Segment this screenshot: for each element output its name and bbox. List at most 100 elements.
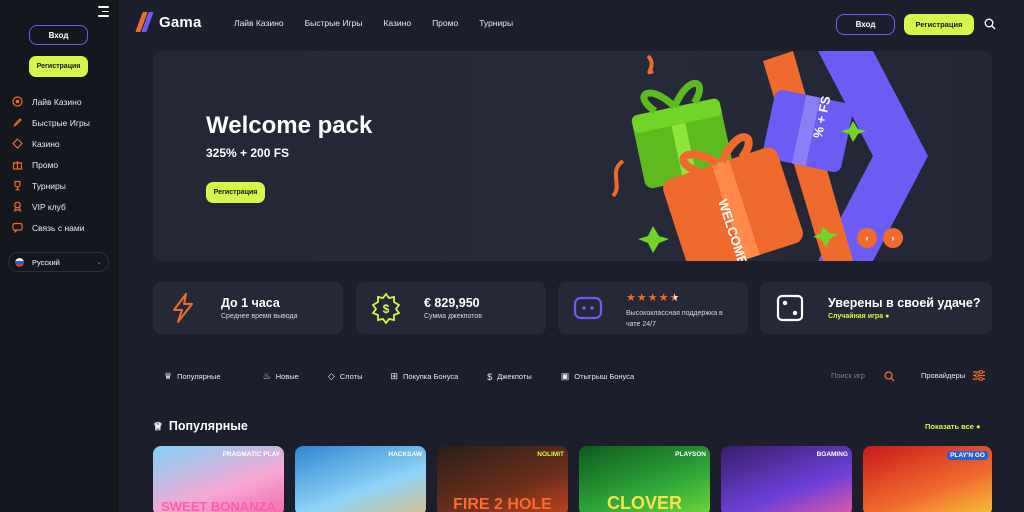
game-tile[interactable]: HACKSAW xyxy=(295,446,426,512)
header-register-button[interactable]: Регистрация xyxy=(904,14,974,35)
search-icon[interactable] xyxy=(884,371,895,382)
vip-icon xyxy=(12,201,23,212)
casino-icon xyxy=(12,138,23,149)
gama-logo-icon xyxy=(135,12,154,32)
trophy-icon xyxy=(12,180,23,191)
random-game-label: Случайная игра xyxy=(828,313,884,320)
logo[interactable]: Gama xyxy=(135,12,202,32)
game-provider: PLAYSON xyxy=(675,451,706,458)
fire-icon: ♨ xyxy=(262,371,271,381)
sidebar-item-casino[interactable]: Казино xyxy=(12,133,90,154)
diamond-icon: ◇ xyxy=(327,371,335,381)
sidebar-item-contact[interactable]: Связь с нами xyxy=(12,217,90,238)
sidebar-login-button[interactable]: Вход xyxy=(29,25,88,45)
section-title-label: Популярные xyxy=(168,419,248,433)
banner-prev-button[interactable]: ‹ xyxy=(857,228,877,248)
language-selector[interactable]: Русский ⌄ xyxy=(8,252,109,272)
chevron-down-icon: ⌄ xyxy=(96,259,102,266)
gift-icon xyxy=(12,159,23,170)
sidebar-menu: Лайв Казино Быстрые Игры Казино Промо Ту… xyxy=(12,91,90,238)
game-title: FIRE 2 HOLE xyxy=(453,496,552,512)
sidebar-item-tournaments[interactable]: Турниры xyxy=(12,175,90,196)
bonus-buy-icon: ⊞ xyxy=(390,371,399,381)
sidebar-register-button[interactable]: Регистрация xyxy=(29,56,88,77)
filter-label: Джекпоты xyxy=(497,372,532,381)
dice-icon xyxy=(776,294,804,322)
filter-popular[interactable]: ♛ Популярные xyxy=(164,371,221,382)
withdrawal-time-card: До 1 часа Среднее время вывода xyxy=(153,282,343,334)
card-title: До 1 часа xyxy=(221,296,280,310)
wager-icon: ▣ xyxy=(560,371,570,381)
banner-next-button[interactable]: › xyxy=(883,228,903,248)
filter-label: Популярные xyxy=(177,372,221,381)
sidebar-item-label: Связь с нами xyxy=(32,222,85,233)
support-card: ★ ★ ★ ★ ★ Высококлассная поддержка в чат… xyxy=(558,282,748,334)
game-provider: HACKSAW xyxy=(388,451,422,458)
nav-fast-games[interactable]: Быстрые Игры xyxy=(305,18,363,28)
rating-stars: ★ ★ ★ ★ ★ xyxy=(626,291,680,304)
card-subtitle: Высококлассная поддержка в чате 24/7 xyxy=(626,310,723,328)
filter-label: Слоты xyxy=(339,372,363,381)
game-provider: BGAMING xyxy=(816,451,848,458)
card-title: € 829,950 xyxy=(424,296,480,310)
nav-promo[interactable]: Промо xyxy=(432,18,458,28)
star-icon: ★ xyxy=(626,292,636,304)
game-tile[interactable]: PRAGMATIC PLAY SWEET BONANZA xyxy=(153,446,284,512)
russia-flag-icon xyxy=(15,257,24,267)
filter-slots[interactable]: ◇ Слоты xyxy=(328,371,363,382)
menu-toggle-icon[interactable] xyxy=(98,6,109,17)
search-icon[interactable] xyxy=(984,18,996,30)
game-tile[interactable]: PLAY'N GO xyxy=(863,446,992,512)
sidebar-item-label: Быстрые Игры xyxy=(32,117,90,128)
game-search-input[interactable]: Поиск игр xyxy=(831,371,865,380)
chat-support-icon xyxy=(573,296,603,320)
sidebar-item-vip[interactable]: VIP клуб xyxy=(12,196,90,217)
nav-live-casino[interactable]: Лайв Казино xyxy=(234,18,284,28)
live-casino-icon xyxy=(12,96,23,107)
game-provider: PRAGMATIC PLAY xyxy=(222,451,280,458)
sidebar-item-label: VIP клуб xyxy=(32,201,66,212)
filter-label: Отыгрыш Бонуса xyxy=(574,372,635,381)
star-icon: ★ xyxy=(658,292,669,304)
sidebar-item-live-casino[interactable]: Лайв Казино xyxy=(12,91,90,112)
game-title: SWEET BONANZA xyxy=(161,499,276,512)
svg-text:$: $ xyxy=(383,302,390,316)
game-tile[interactable]: PLAYSON CLOVER xyxy=(579,446,710,512)
jackpot-dollar-icon: $ xyxy=(371,292,401,324)
jackpot-card: $ € 829,950 Сумма джекпотов xyxy=(356,282,546,334)
sidebar-item-fast-games[interactable]: Быстрые Игры xyxy=(12,112,90,133)
show-all-link[interactable]: Показать все ● xyxy=(925,422,981,431)
sidebar-item-label: Лайв Казино xyxy=(32,96,82,107)
language-label: Русский xyxy=(32,257,60,267)
random-game-link[interactable]: Случайная игра ● xyxy=(828,313,889,320)
sidebar-item-label: Промо xyxy=(32,159,59,170)
banner-register-button[interactable]: Регистрация xyxy=(206,182,265,203)
filter-sliders-icon[interactable] xyxy=(973,370,985,381)
game-tile[interactable]: BGAMING xyxy=(721,446,852,512)
jackpot-icon: $ xyxy=(487,371,493,382)
header-login-button[interactable]: Вход xyxy=(836,14,895,35)
game-title: CLOVER xyxy=(606,493,682,512)
random-game-card[interactable]: Уверены в своей удаче? Случайная игра ● xyxy=(760,282,992,334)
filter-label: Новые xyxy=(275,372,299,381)
card-subtitle: Сумма джекпотов xyxy=(424,313,482,320)
card-subtitle: Среднее время вывода xyxy=(221,313,298,320)
filter-bonus-buy[interactable]: ⊞ Покупка Бонуса xyxy=(390,371,458,382)
card-title: Уверены в своей удаче? xyxy=(828,296,981,310)
show-all-label: Показать все xyxy=(925,422,974,431)
game-provider: PLAY'N GO xyxy=(947,451,988,460)
crown-icon: ♕ xyxy=(153,420,163,433)
nav-tournaments[interactable]: Турниры xyxy=(479,18,513,28)
nav-casino[interactable]: Казино xyxy=(383,18,411,28)
game-tile[interactable]: NOLIMIT FIRE 2 HOLE xyxy=(437,446,568,512)
filter-new[interactable]: ♨ Новые xyxy=(263,371,299,382)
logo-text: Gama xyxy=(159,13,202,31)
providers-button[interactable]: Провайдеры xyxy=(921,371,965,380)
rocket-icon xyxy=(12,117,23,128)
game-filters: ♛ Популярные ♨ Новые ◇ Слоты ⊞ Покупка Бонус… xyxy=(164,371,634,382)
sidebar-item-promo[interactable]: Промо xyxy=(12,154,90,175)
crown-icon: ♛ xyxy=(164,371,173,381)
filter-wager[interactable]: ▣ Отыгрыш Бонуса xyxy=(561,371,634,382)
top-navigation: Лайв Казино Быстрые Игры Казино Промо Ту… xyxy=(234,18,534,28)
filter-jackpots[interactable]: $ Джекпоты xyxy=(487,371,531,382)
